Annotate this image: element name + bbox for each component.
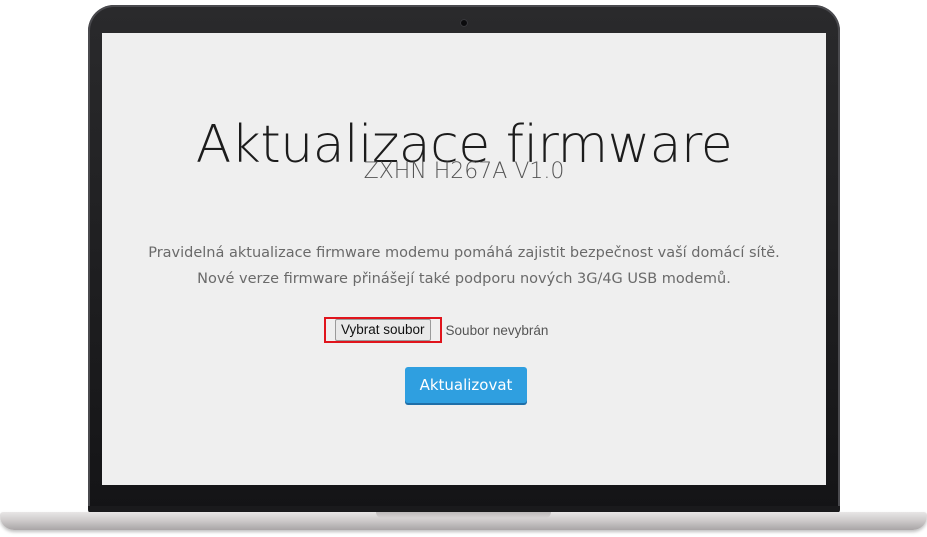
laptop-frame: Aktualizace firmware ZXHN H267A V1.0 Pra… xyxy=(0,0,927,537)
choose-file-button[interactable]: Vybrat soubor xyxy=(324,317,442,343)
device-model: ZXHN H267A V1.0 xyxy=(363,159,565,184)
update-button[interactable]: Aktualizovat xyxy=(405,367,527,403)
description-line-1: Pravidelná aktualizace firmware modemu p… xyxy=(148,245,780,261)
laptop-base-notch xyxy=(376,512,551,518)
webcam xyxy=(460,19,468,27)
file-input: Vybrat soubor Soubor nevybrán xyxy=(324,317,548,343)
screen: Aktualizace firmware ZXHN H267A V1.0 Pra… xyxy=(102,33,826,485)
file-status: Soubor nevybrán xyxy=(445,322,549,338)
description-line-2: Nové verze firmware přinášejí také podpo… xyxy=(197,271,731,287)
update-button-label: Aktualizovat xyxy=(419,376,513,394)
description: Pravidelná aktualizace firmware modemu p… xyxy=(102,240,826,292)
choose-file-button-label: Vybrat soubor xyxy=(335,319,431,341)
